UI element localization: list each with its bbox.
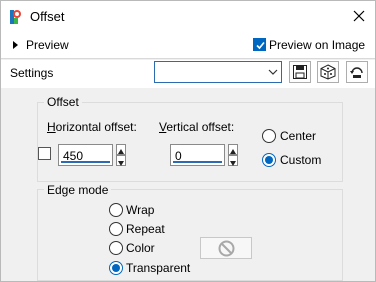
horizontal-offset-down-button[interactable]: [116, 155, 126, 166]
custom-radio[interactable]: [262, 153, 276, 167]
preset-combo[interactable]: [154, 61, 282, 83]
settings-row: Settings: [1, 60, 375, 88]
preview-on-image-checkbox[interactable]: [253, 38, 266, 51]
preview-on-image-label: Preview on Image: [269, 38, 366, 52]
app-icon: [10, 10, 21, 24]
title-bar: Offset: [1, 1, 375, 33]
reset-icon: [350, 67, 363, 78]
horizontal-offset-label-rest: orizontal offset:: [55, 120, 137, 134]
edge-color-swatch[interactable]: [200, 237, 252, 259]
transparent-label[interactable]: Transparent: [126, 261, 190, 275]
horizontal-offset-stepper[interactable]: [116, 144, 126, 166]
wrap-radio[interactable]: [109, 203, 123, 217]
down-arrow-icon: [230, 161, 236, 166]
repeat-label[interactable]: Repeat: [126, 222, 165, 236]
wrap-label[interactable]: Wrap: [126, 203, 154, 217]
horizontal-offset-bar: [61, 161, 110, 163]
horizontal-offset-label: Horizontal offset:: [47, 120, 137, 134]
offset-dialog: Offset Preview Preview on Image Settings: [0, 0, 376, 282]
color-label[interactable]: Color: [126, 241, 155, 255]
settings-label: Settings: [10, 66, 54, 80]
center-label[interactable]: Center: [280, 129, 316, 143]
reset-button[interactable]: [346, 61, 368, 83]
vertical-offset-up-button[interactable]: [228, 144, 238, 155]
center-radio[interactable]: [262, 129, 276, 143]
link-offsets-checkbox[interactable]: [38, 147, 51, 160]
vertical-offset-label: Vertical offset:: [159, 120, 235, 134]
save-preset-button[interactable]: [289, 61, 311, 83]
horizontal-offset-spinner[interactable]: 450: [58, 144, 126, 166]
vertical-offset-label-rest: ertical offset:: [166, 120, 235, 134]
disabled-color-icon: [218, 240, 235, 257]
horizontal-offset-field[interactable]: 450: [58, 144, 113, 166]
vertical-offset-field[interactable]: 0: [170, 144, 225, 166]
transparent-radio[interactable]: [109, 261, 123, 275]
repeat-radio[interactable]: [109, 222, 123, 236]
expand-arrow-icon[interactable]: [13, 41, 18, 49]
preview-toggle[interactable]: Preview: [26, 38, 69, 52]
randomize-icon: [320, 64, 336, 80]
close-icon[interactable]: [349, 6, 369, 26]
vertical-offset-stepper[interactable]: [228, 144, 238, 166]
vertical-offset-spinner[interactable]: 0: [170, 144, 238, 166]
custom-label[interactable]: Custom: [280, 153, 321, 167]
edge-mode-group-title: Edge mode: [44, 183, 112, 197]
randomize-button[interactable]: [317, 61, 339, 83]
vertical-offset-down-button[interactable]: [228, 155, 238, 166]
offset-group-title: Offset: [44, 95, 82, 109]
color-radio[interactable]: [109, 241, 123, 255]
save-preset-icon: [293, 65, 307, 79]
dropdown-chevron-icon: [268, 69, 278, 75]
horizontal-offset-up-button[interactable]: [116, 144, 126, 155]
vertical-offset-bar: [173, 161, 222, 163]
down-arrow-icon: [118, 161, 124, 166]
window-title: Offset: [30, 9, 65, 24]
preview-row: Preview Preview on Image: [1, 33, 375, 59]
checkmark-icon: [256, 41, 265, 50]
